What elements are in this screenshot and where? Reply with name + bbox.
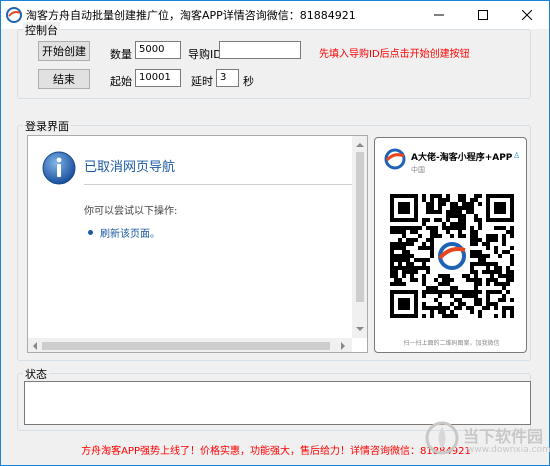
contact-name: A大佬-淘客小程序+APP xyxy=(411,153,513,163)
maximize-button[interactable] xyxy=(461,1,505,29)
login-group-label: 登录界面 xyxy=(23,118,71,134)
control-groupbox xyxy=(17,29,531,99)
bullet-icon xyxy=(88,230,93,235)
close-button[interactable] xyxy=(505,1,549,29)
watermark-logo-icon xyxy=(425,421,459,455)
seconds-label: 秒 xyxy=(243,75,254,88)
qr-card: A大佬-淘客小程序+APP ♙ 中国 扫一扫上面的二维码图案，加我微信 xyxy=(374,137,527,353)
contact-region: 中国 xyxy=(411,166,425,174)
quantity-label: 数量 xyxy=(110,48,132,61)
refresh-page-link[interactable]: 刷新该页面。 xyxy=(100,225,160,240)
control-group-label: 控制台 xyxy=(23,22,60,38)
divider xyxy=(84,184,354,185)
app-window: 淘客方舟自动批量创建推广位，淘客APP详情咨询微信：81884921 控制台 开… xyxy=(0,0,550,466)
quantity-input[interactable]: 5000 xyxy=(135,41,181,59)
status-group-label: 状态 xyxy=(23,366,49,382)
start-create-button[interactable]: 开始创建 xyxy=(38,41,90,61)
scroll-up-arrow-icon[interactable] xyxy=(356,142,364,148)
nav-cancelled-heading: 已取消网页导航 xyxy=(84,160,176,175)
info-icon xyxy=(42,151,76,185)
close-icon xyxy=(522,10,532,20)
delay-input[interactable]: 3 xyxy=(216,69,239,87)
guide-id-label: 导购ID xyxy=(188,48,222,61)
scroll-right-arrow-icon[interactable] xyxy=(340,342,346,350)
watermark: 当下软件园 www.downxia.com xyxy=(425,419,550,465)
watermark-cn-text: 当下软件园 xyxy=(463,427,544,446)
scroll-down-arrow-icon[interactable] xyxy=(356,326,364,332)
window-title: 淘客方舟自动批量创建推广位，淘客APP详情咨询微信：81884921 xyxy=(26,9,356,22)
qr-code-image xyxy=(390,194,514,318)
brand-logo-icon xyxy=(384,148,406,170)
guide-id-input[interactable] xyxy=(219,41,301,59)
start-label: 起始 xyxy=(110,75,132,88)
vertical-scroll-thumb[interactable] xyxy=(356,152,364,302)
scroll-left-arrow-icon[interactable] xyxy=(32,342,38,350)
qr-caption: 扫一扫上面的二维码图案，加我微信 xyxy=(403,340,500,347)
start-number-input[interactable]: 10001 xyxy=(135,69,181,87)
end-button[interactable]: 结束 xyxy=(38,69,90,89)
title-bar[interactable]: 淘客方舟自动批量创建推广位，淘客APP详情咨询微信：81884921 xyxy=(1,1,549,29)
watermark-en-text: www.downxia.com xyxy=(467,445,550,455)
delay-label: 延时 xyxy=(191,75,213,88)
minimize-button[interactable] xyxy=(417,1,461,29)
horizontal-scroll-thumb[interactable] xyxy=(42,342,330,350)
vertical-scrollbar[interactable] xyxy=(352,136,367,338)
app-logo-icon xyxy=(6,7,22,23)
minimize-icon xyxy=(434,14,444,16)
try-following-text: 你可以尝试以下操作: xyxy=(84,206,178,217)
maximize-icon xyxy=(478,10,488,20)
hint-text: 先填入导购ID后点击开始创建按钮 xyxy=(319,49,470,60)
person-icon: ♙ xyxy=(513,151,521,160)
horizontal-scrollbar[interactable] xyxy=(28,338,352,352)
embedded-browser[interactable]: 已取消网页导航 你可以尝试以下操作: 刷新该页面。 xyxy=(27,135,368,353)
